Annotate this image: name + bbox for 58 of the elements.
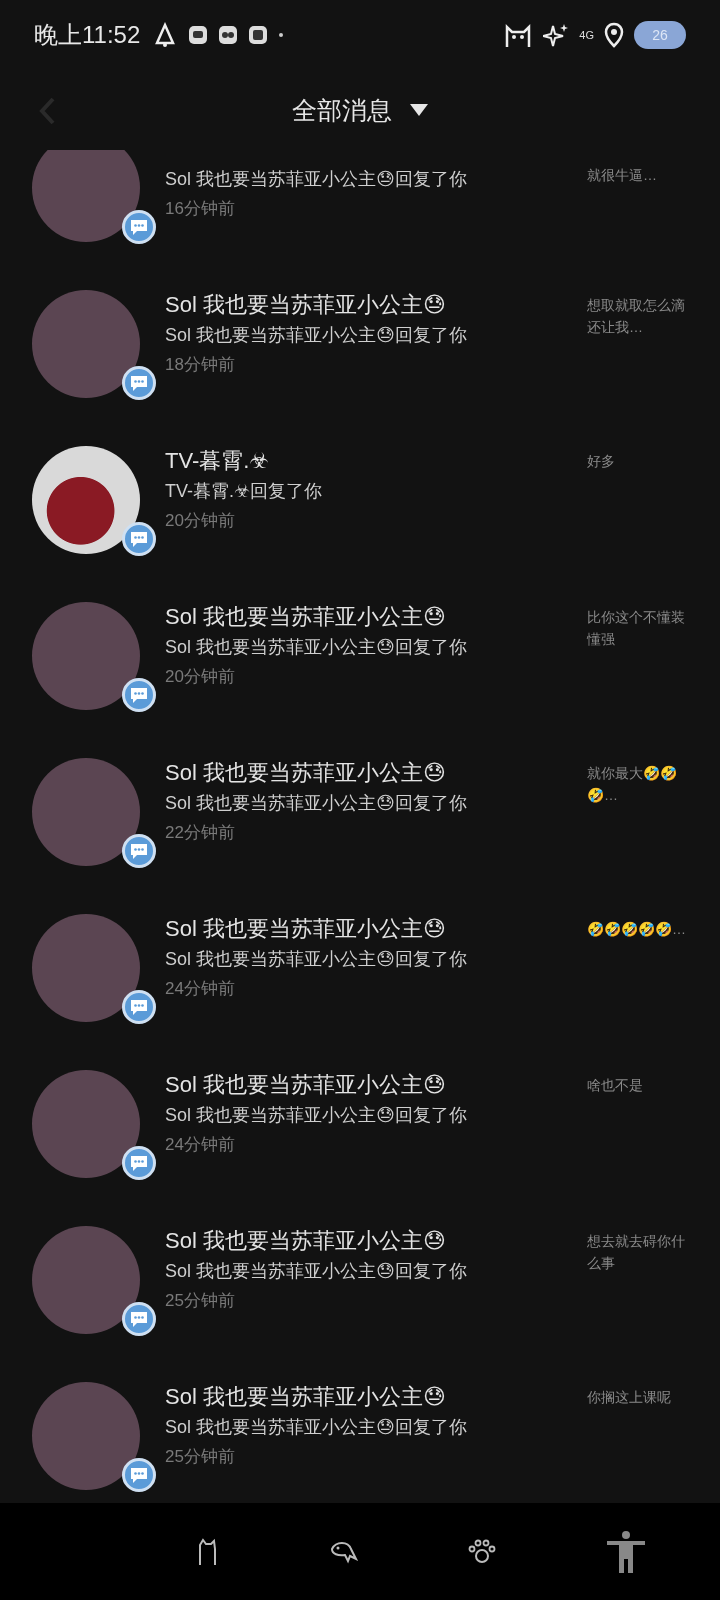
message-preview: 啥也不是	[587, 1077, 643, 1093]
comment-badge-icon	[122, 990, 156, 1024]
sender-name: TV-暮霄.☣	[165, 447, 271, 475]
reply-notice: Sol 我也要当苏菲亚小公主😓回复了你	[165, 168, 468, 191]
message-time: 18分钟前	[165, 354, 236, 376]
status-time: 晚上11:52	[34, 20, 141, 50]
dropdown-caret-icon[interactable]	[410, 104, 428, 116]
message-preview: 好多	[587, 453, 615, 469]
paw-icon[interactable]	[468, 1538, 497, 1565]
reply-notice: Sol 我也要当苏菲亚小公主😓回复了你	[165, 636, 468, 659]
comment-badge-icon	[122, 1302, 156, 1336]
comment-badge-icon	[122, 1146, 156, 1180]
game-icon	[218, 25, 239, 45]
sender-name: Sol 我也要当苏菲亚小公主😓	[165, 603, 447, 631]
message-preview: 你搁这上课呢	[587, 1389, 671, 1405]
message-time: 25分钟前	[165, 1290, 236, 1312]
header-title[interactable]: 全部消息	[292, 93, 392, 127]
sender-name: Sol 我也要当苏菲亚小公主😓	[165, 1383, 447, 1411]
comment-badge-icon	[122, 1458, 156, 1492]
message-time: 20分钟前	[165, 510, 236, 532]
message-preview: 比你这个不懂装懂强	[587, 609, 685, 647]
message-preview: 想取就取怎么滴还让我…	[587, 297, 685, 335]
reply-notice: Sol 我也要当苏菲亚小公主😓回复了你	[165, 792, 468, 815]
message-preview: 想去就去碍你什么事	[587, 1233, 685, 1271]
message-time: 24分钟前	[165, 978, 236, 1000]
avatar[interactable]	[32, 150, 140, 242]
message-time: 20分钟前	[165, 666, 236, 688]
message-preview: 就你最大🤣🤣🤣…	[587, 765, 677, 803]
message-time: 22分钟前	[165, 822, 236, 844]
comment-badge-icon	[122, 834, 156, 868]
comment-badge-icon	[122, 678, 156, 712]
sender-name: Sol 我也要当苏菲亚小公主😓	[165, 759, 447, 787]
reply-notice: TV-暮霄.☣回复了你	[165, 480, 324, 503]
sender-name: Sol 我也要当苏菲亚小公主😓	[165, 1071, 447, 1099]
message-preview: 就很牛逼…	[587, 167, 657, 183]
message-time: 24分钟前	[165, 1134, 236, 1156]
reply-notice: Sol 我也要当苏菲亚小公主😓回复了你	[165, 948, 468, 971]
reply-notice: Sol 我也要当苏菲亚小公主😓回复了你	[165, 324, 468, 347]
battery-indicator: 26	[634, 21, 686, 49]
sender-name: Sol 我也要当苏菲亚小公主😓	[165, 1227, 447, 1255]
message-time: 25分钟前	[165, 1446, 236, 1468]
message-preview: 🤣🤣🤣🤣🤣…	[587, 921, 686, 937]
reply-notice: Sol 我也要当苏菲亚小公主😓回复了你	[165, 1416, 468, 1439]
comment-badge-icon	[122, 210, 156, 244]
reply-notice: Sol 我也要当苏菲亚小公主😓回复了你	[165, 1260, 468, 1283]
sparkle-icon	[543, 22, 570, 48]
comment-badge-icon	[122, 522, 156, 556]
sender-name: Sol 我也要当苏菲亚小公主😓	[165, 291, 447, 319]
app-icon	[248, 25, 269, 45]
message-time: 16分钟前	[165, 198, 236, 220]
location-icon	[604, 22, 624, 48]
accessibility-icon[interactable]	[606, 1530, 645, 1573]
dot-icon	[278, 32, 285, 38]
app-icon	[188, 25, 209, 45]
reply-notice: Sol 我也要当苏菲亚小公主😓回复了你	[165, 1104, 468, 1127]
network-label: 4G	[579, 29, 594, 41]
comment-badge-icon	[122, 366, 156, 400]
sender-name: Sol 我也要当苏菲亚小公主😓	[165, 915, 447, 943]
